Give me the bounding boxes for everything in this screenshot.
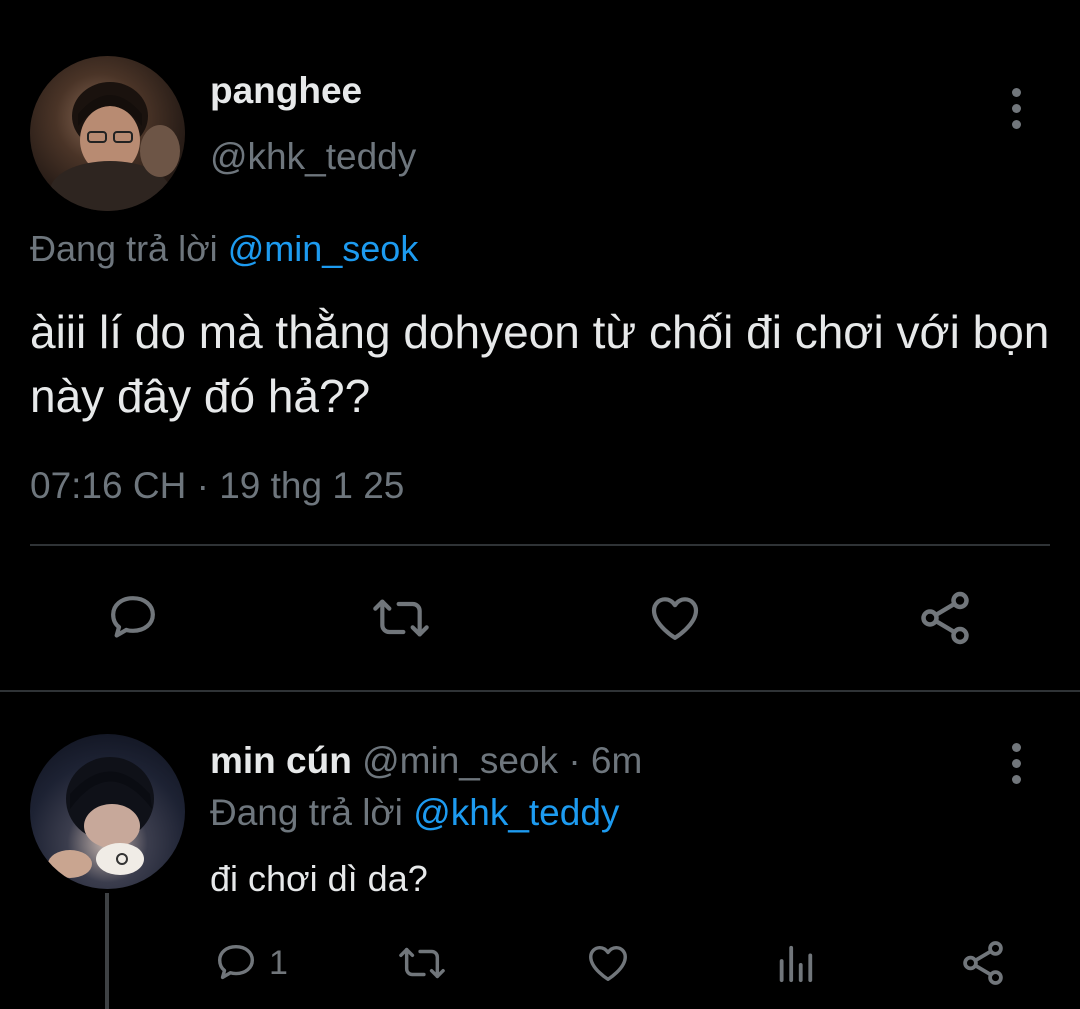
share-icon: [963, 941, 1003, 985]
thread-line: [105, 893, 109, 1009]
divider: [30, 544, 1050, 546]
avatar-panghee[interactable]: [30, 56, 185, 211]
retweet-button[interactable]: [370, 590, 432, 646]
views-button[interactable]: [775, 942, 815, 984]
replying-prefix: Đang trả lời: [210, 792, 403, 833]
reply-count: 1: [269, 943, 288, 982]
share-icon: [921, 591, 969, 645]
divider: [0, 690, 1080, 692]
reply-button[interactable]: [105, 590, 161, 646]
like-button[interactable]: [584, 940, 632, 986]
reply-icon: [111, 596, 155, 638]
share-button[interactable]: [958, 938, 1008, 988]
replying-to: Đang trả lời @khk_teddy: [210, 792, 619, 834]
avatar-min-cun[interactable]: [30, 734, 185, 889]
more-icon[interactable]: [1010, 88, 1022, 136]
reply-time[interactable]: · 6m: [568, 740, 642, 781]
tweet-text: àiii lí do mà thằng dohyeon từ chối đi c…: [30, 306, 1050, 422]
reply-text: đi chơi dì da?: [210, 858, 428, 899]
like-icon: [651, 597, 699, 640]
replying-to-link[interactable]: @khk_teddy: [413, 792, 619, 833]
tweet-timestamp[interactable]: 07:16 CH · 19 thg 1 25: [30, 465, 404, 507]
like-icon: [589, 945, 627, 982]
user-handle[interactable]: @khk_teddy: [210, 136, 416, 178]
reply-display-name[interactable]: min cún: [210, 740, 352, 781]
replying-to: Đang trả lời @min_seok: [30, 228, 418, 270]
retweet-icon: [399, 947, 445, 979]
reply-handle[interactable]: @min_seok: [362, 740, 558, 781]
like-button[interactable]: [646, 590, 704, 646]
share-button[interactable]: [915, 588, 975, 648]
more-icon[interactable]: [1010, 743, 1022, 791]
replying-prefix: Đang trả lời: [30, 228, 218, 269]
retweet-button[interactable]: [396, 940, 448, 986]
reply-header: min cún @min_seok · 6m: [210, 740, 642, 782]
retweet-icon: [373, 599, 429, 637]
replying-to-link[interactable]: @min_seok: [228, 228, 419, 269]
display-name[interactable]: panghee: [210, 70, 362, 112]
views-icon: [779, 945, 813, 983]
reply-button[interactable]: 1: [213, 940, 288, 986]
reply-icon: [217, 944, 255, 980]
